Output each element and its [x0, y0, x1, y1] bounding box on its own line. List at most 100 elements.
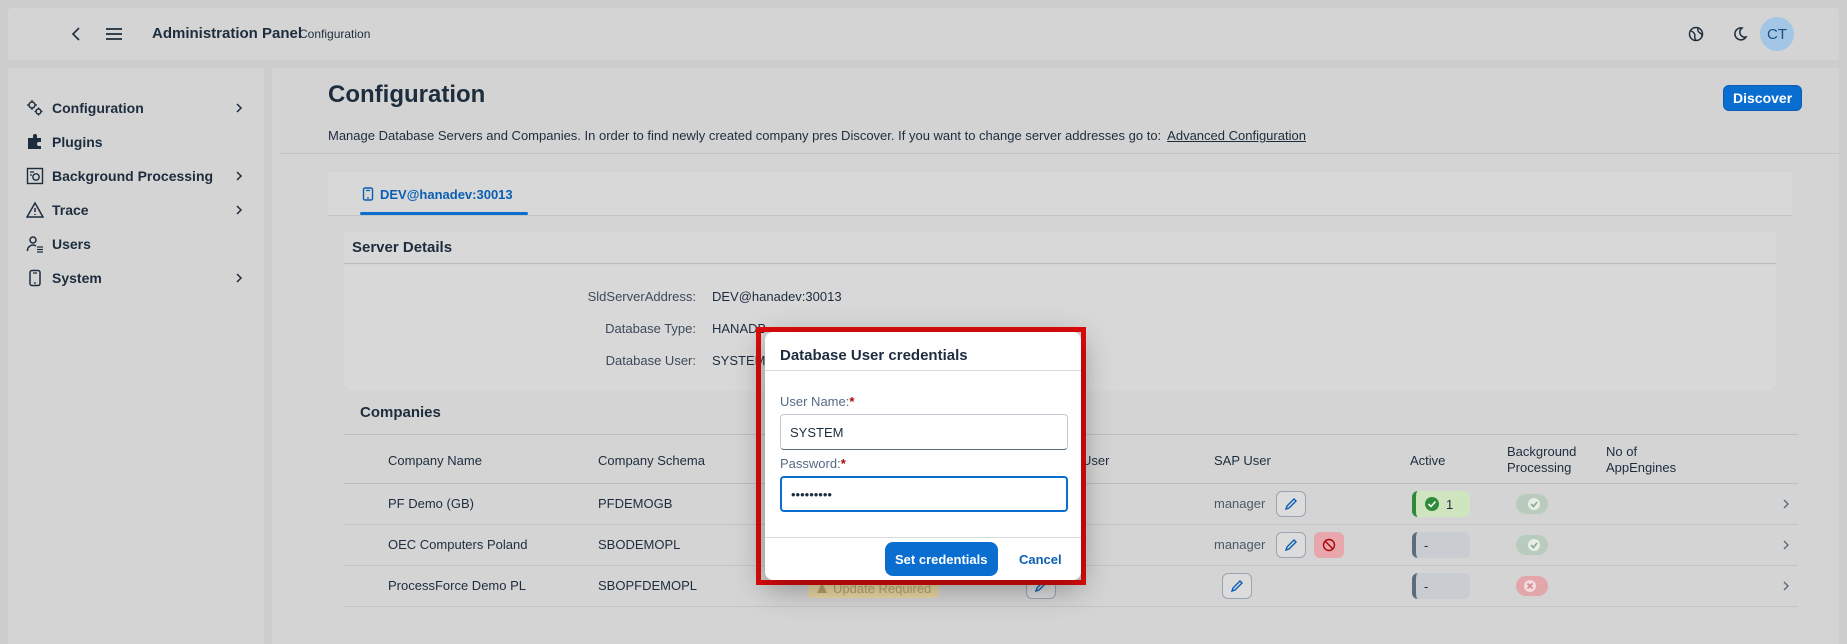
page-description: Manage Database Servers and Companies. I… [328, 128, 1306, 143]
theme-toggle-button[interactable] [1726, 20, 1754, 48]
companies-title: Companies [360, 404, 441, 421]
background-processing-toggle[interactable] [1516, 535, 1548, 555]
sidebar-item-label: Plugins [52, 134, 103, 150]
field-label: Database User: [605, 353, 696, 368]
page-title: Configuration [328, 81, 486, 108]
process-icon [26, 167, 44, 185]
background-processing-toggle[interactable] [1516, 494, 1548, 514]
username-field[interactable] [780, 414, 1068, 450]
appengines-value: - [1424, 537, 1429, 553]
sidebar-item-users[interactable]: Users [8, 226, 264, 262]
sidebar-item-label: System [52, 270, 102, 286]
description-text: Manage Database Servers and Companies. I… [328, 128, 1162, 143]
chevron-left-icon [71, 27, 80, 41]
device-icon [362, 187, 374, 201]
device-icon [26, 269, 44, 287]
edit-sap-user-button[interactable] [1276, 532, 1306, 558]
required-mark: * [849, 394, 855, 409]
dialog-divider [765, 370, 1081, 371]
sidebar-item-label: Users [52, 236, 91, 252]
moon-icon [1734, 27, 1748, 41]
tab-underline [360, 212, 528, 215]
hamburger-icon [106, 28, 122, 40]
credentials-dialog: Database User credentials User Name:* Pa… [765, 332, 1081, 580]
sidebar: Configuration Plugins Background Process… [8, 68, 264, 644]
sidebar-item-label: Background Processing [52, 168, 214, 184]
column-header[interactable]: SAP User [1214, 453, 1271, 468]
appengines-count[interactable]: - [1412, 573, 1470, 599]
company-name: PF Demo (GB) [388, 496, 474, 511]
dialog-divider [765, 537, 1081, 538]
warning-icon [26, 201, 44, 219]
column-header: AppEngines [1606, 460, 1677, 475]
sap-user: manager [1214, 537, 1266, 552]
globe-icon [1688, 26, 1704, 42]
block-icon [1322, 538, 1336, 552]
column-header[interactable]: Background [1507, 444, 1576, 459]
column-header[interactable]: Company Name [388, 453, 482, 468]
remove-sap-user-button[interactable] [1314, 532, 1344, 558]
pencil-icon [1284, 498, 1297, 511]
password-field[interactable] [780, 476, 1068, 512]
chevron-right-icon[interactable] [1780, 498, 1792, 510]
column-header[interactable]: Company Schema [598, 453, 705, 468]
app-subtitle: Configuration [299, 27, 371, 41]
appengines-count[interactable]: 1 [1412, 491, 1470, 517]
company-schema: SBODEMOPL [598, 537, 681, 552]
language-button[interactable] [1682, 20, 1710, 48]
column-header[interactable]: No of [1606, 444, 1637, 459]
required-mark: * [840, 456, 846, 471]
column-header[interactable]: Active [1410, 453, 1445, 468]
appengines-value: 1 [1446, 496, 1454, 512]
discover-button[interactable]: Discover [1723, 85, 1803, 111]
chevron-right-icon[interactable] [1780, 539, 1792, 551]
cancel-button[interactable]: Cancel [1009, 542, 1072, 576]
advanced-configuration-link[interactable]: Advanced Configuration [1167, 128, 1306, 143]
sidebar-item-configuration[interactable]: Configuration [8, 90, 264, 126]
pencil-icon [1230, 580, 1243, 593]
appengines-value: - [1424, 578, 1429, 594]
username-label: User Name:* [780, 394, 855, 409]
sidebar-item-plugins[interactable]: Plugins [8, 124, 264, 160]
company-schema: SBOPFDEMOPL [598, 578, 697, 593]
chevron-right-icon [236, 103, 243, 113]
edit-sap-user-button[interactable] [1222, 573, 1252, 599]
appengines-count[interactable]: - [1412, 532, 1470, 558]
top-bar: Administration Panel Configuration CT [8, 8, 1839, 60]
puzzle-icon [26, 133, 44, 151]
field-label: Database Type: [605, 321, 696, 336]
chevron-right-icon [236, 171, 243, 181]
server-tab-bar: DEV@hanadev:30013 [328, 172, 1792, 216]
edit-sap-user-button[interactable] [1276, 491, 1306, 517]
tab-label: DEV@hanadev:30013 [380, 186, 513, 202]
app-title: Administration Panel [152, 25, 303, 42]
user-list-icon [26, 235, 44, 253]
column-header: Processing [1507, 460, 1572, 475]
menu-button[interactable] [100, 20, 128, 48]
field-label: SldServerAddress: [587, 289, 696, 304]
password-label: Password:* [780, 456, 846, 471]
gears-icon [26, 99, 44, 117]
company-name: OEC Computers Poland [388, 537, 528, 552]
sidebar-item-label: Configuration [52, 100, 144, 116]
sidebar-item-trace[interactable]: Trace [8, 192, 264, 228]
background-processing-toggle[interactable] [1516, 576, 1548, 596]
company-name: ProcessForce Demo PL [388, 578, 526, 593]
avatar[interactable]: CT [1760, 17, 1794, 51]
sidebar-item-label: Trace [52, 202, 89, 218]
server-details-title: Server Details [344, 232, 1776, 264]
tab-server[interactable]: DEV@hanadev:30013 [362, 172, 513, 216]
check-circle-icon [1425, 497, 1439, 511]
set-credentials-button[interactable]: Set credentials [885, 542, 998, 576]
sidebar-item-background-processing[interactable]: Background Processing [8, 158, 264, 194]
column-header[interactable]: User [1082, 453, 1109, 468]
chevron-right-icon[interactable] [1780, 580, 1792, 592]
dialog-title: Database User credentials [780, 347, 968, 364]
check-icon [1528, 539, 1540, 551]
sidebar-item-system[interactable]: System [8, 260, 264, 296]
check-icon [1528, 498, 1540, 510]
back-button[interactable] [63, 20, 91, 48]
field-value: DEV@hanadev:30013 [712, 289, 842, 304]
sap-user: manager [1214, 496, 1266, 511]
pencil-icon [1284, 539, 1297, 552]
